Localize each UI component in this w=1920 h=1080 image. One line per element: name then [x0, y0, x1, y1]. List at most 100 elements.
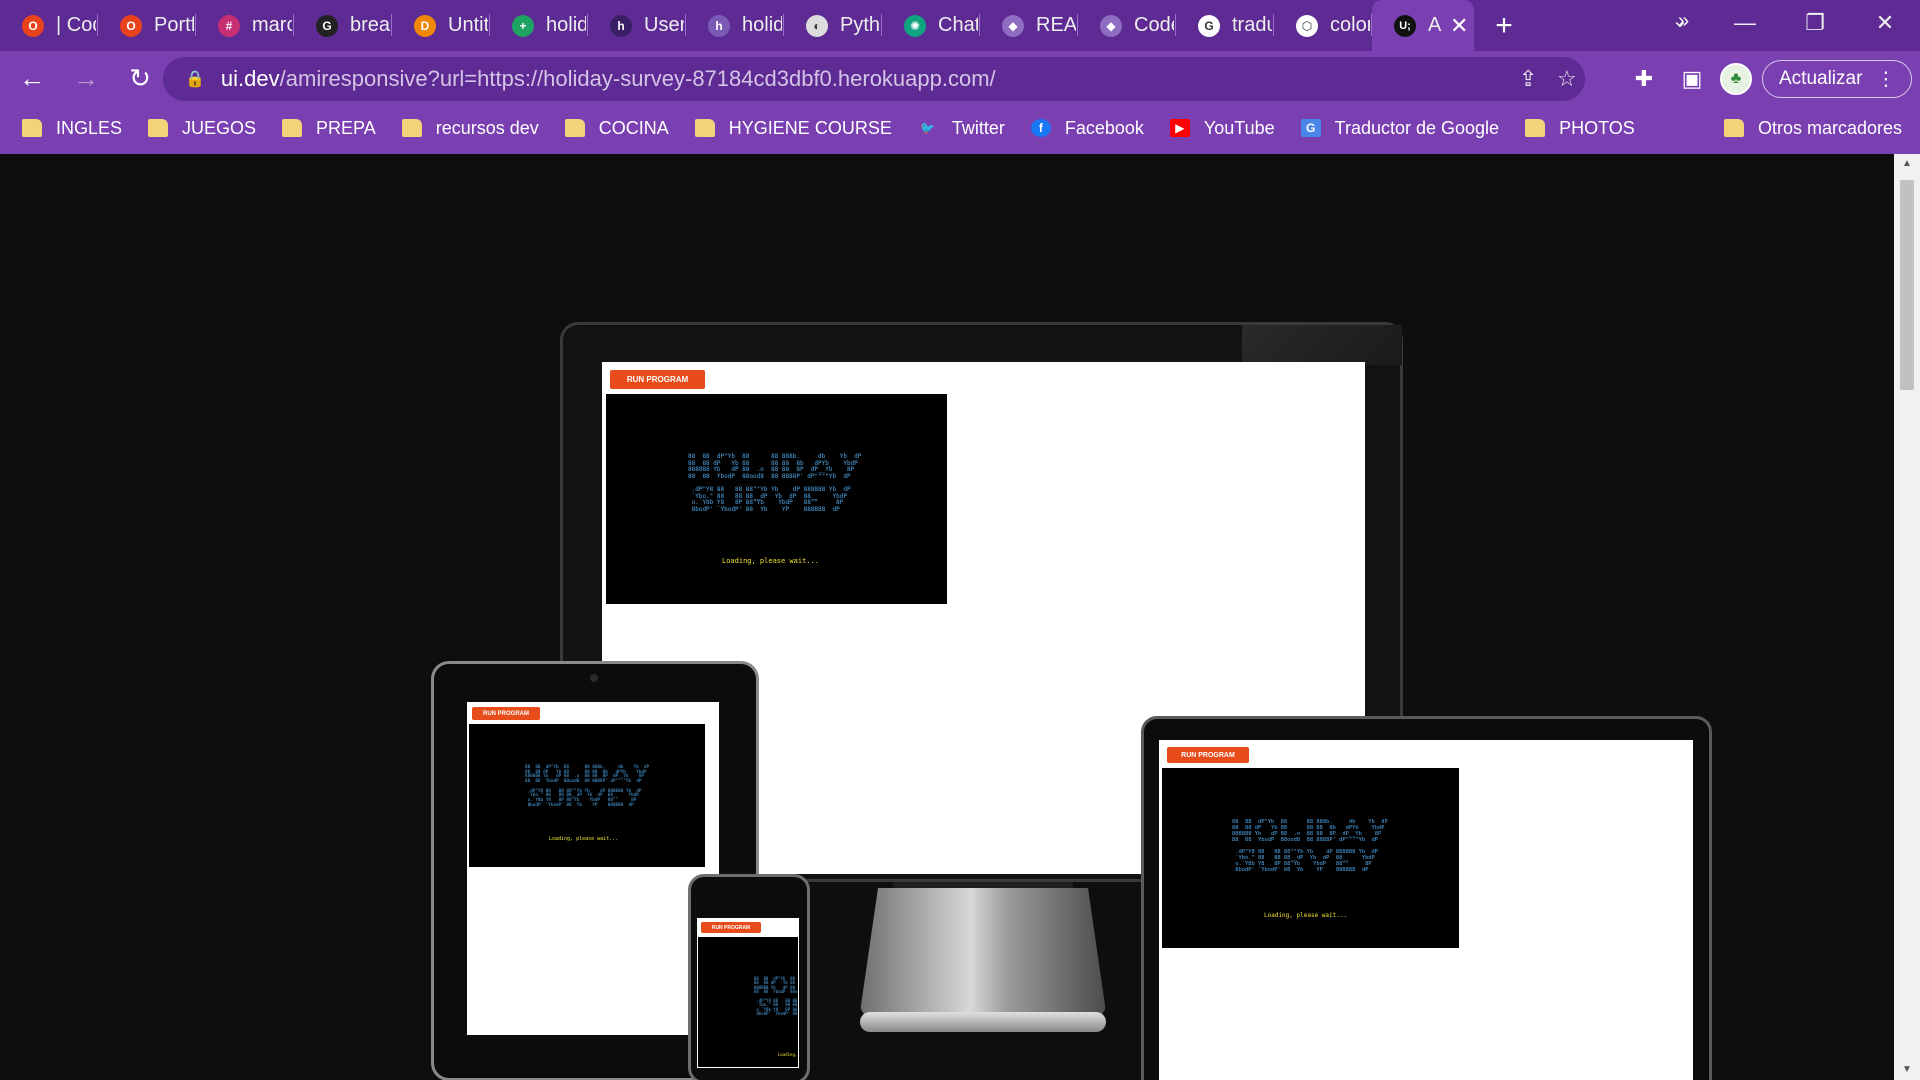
tab[interactable]: O Portfo [98, 0, 196, 51]
heroku-icon: h [708, 14, 730, 37]
tab[interactable]: Gbreak [294, 0, 392, 51]
bookmark-item[interactable]: COCINA [564, 118, 669, 139]
tab-strip: O| CodOPortfo#marcGbreakDUntit+holidhUse… [0, 0, 1920, 51]
terminal: 88 88 dP"Yb 88 88 888b. db Yb dP 88 88 d… [469, 724, 705, 867]
bookmark-item[interactable]: f Facebook [1030, 118, 1144, 139]
bookmark-item[interactable]: INGLES [22, 118, 122, 139]
bookmark-label: INGLES [56, 117, 123, 138]
bookmark-label: JUEGOS [182, 117, 257, 138]
avatar[interactable]: ♣ [1720, 63, 1752, 95]
scrollbar[interactable]: ▲ ▼ [1894, 154, 1920, 1080]
tab[interactable]: ◆ Code [1078, 0, 1176, 51]
bookmark-item[interactable]: 🐦 Twitter [918, 118, 1005, 139]
diagram-icon: D [414, 14, 436, 37]
ascii-art: 88 88 dP"Yb 88 88 888b. db Yb dP 88 88 d… [688, 453, 862, 513]
folder-icon [1525, 119, 1546, 137]
update-button[interactable]: Actualizar ⋮ [1762, 60, 1913, 98]
run-program-button[interactable]: RUN PROGRAM [1167, 747, 1249, 763]
folder-icon [694, 119, 715, 137]
youtube-icon: ▶ [1169, 119, 1190, 137]
tab-title: Pytho [840, 14, 880, 36]
tab[interactable]: ⬡ color [1274, 0, 1372, 51]
tab[interactable]: ◐ Pytho [784, 0, 882, 51]
monitor-stand [858, 888, 1108, 1026]
reload-button[interactable]: ↻ [118, 57, 162, 101]
run-program-button[interactable]: RUN PROGRAM [610, 370, 705, 389]
tab-title: tradu [1232, 14, 1272, 36]
bookmark-item[interactable]: PHOTOS [1525, 118, 1635, 139]
tab[interactable]: Gtradu [1176, 0, 1274, 51]
back-button[interactable]: ← [10, 57, 54, 101]
ascii-art: 88 88 dP"Yb 88 88 888b. db Yb dP 88 88 d… [525, 765, 650, 808]
tablet-screen: RUN PROGRAM 88 88 dP"Yb 88 88 888b. db Y… [467, 702, 719, 1035]
scrollbar-thumb[interactable] [1900, 180, 1914, 390]
address-bar[interactable]: 🔒 ui.dev/amiresponsive?url=https://holid… [163, 57, 1585, 101]
bookmark-item[interactable]: G Traductor de Google [1300, 117, 1500, 139]
uidev-icon: U; [1394, 14, 1416, 37]
terminal: 88 88 dP"Yb 88 88 888b. db Yb dP 88 88 d… [698, 937, 798, 1067]
page-content: RUN PROGRAM 88 88 dP"Yb 88 88 888b. db Y… [0, 154, 1894, 1080]
tab[interactable]: h holid [686, 0, 784, 51]
scroll-down-icon[interactable]: ▼ [1894, 1060, 1920, 1080]
slack-icon: # [218, 14, 240, 37]
toolbar: ← → ↻ 🔒 ui.dev/amiresponsive?url=https:/… [0, 51, 1920, 106]
new-tab-button[interactable]: + [1474, 0, 1534, 51]
opera-icon: O [22, 14, 44, 37]
tab-title: color [1330, 14, 1370, 36]
terminal: 88 88 dP"Yb 88 88 888b. db Yb dP 88 88 d… [1162, 768, 1459, 948]
extensions-icon[interactable]: ✚ [1622, 57, 1666, 101]
side-panel-icon[interactable]: ▣ [1670, 57, 1714, 101]
translate-icon: G [1300, 119, 1321, 137]
bookmark-item[interactable]: JUEGOS [148, 118, 256, 139]
tab-title: Portfo [154, 14, 194, 36]
other-bookmarks-label: Otros marcadores [1758, 117, 1903, 138]
menu-kebab-icon[interactable]: ⋮ [1876, 68, 1895, 91]
tab-title: Chat [938, 14, 978, 36]
tab[interactable]: # marc [196, 0, 294, 51]
loading-text: Loading, please wait... [722, 557, 819, 565]
update-label: Actualizar [1779, 68, 1863, 89]
tab-title: holid [742, 14, 782, 36]
bookmark-item[interactable]: recursos dev [401, 118, 539, 139]
url-path: /amiresponsive?url=https://holiday-surve… [279, 66, 996, 91]
close-window-icon[interactable]: ✕ [1850, 0, 1920, 45]
tab[interactable]: + holid [490, 0, 588, 51]
folder-icon [148, 119, 169, 137]
twitter-icon: 🐦 [920, 121, 936, 135]
bookmark-star-icon[interactable]: ☆ [1557, 66, 1577, 92]
bookmark-item[interactable]: ▶ YouTube [1169, 118, 1275, 139]
folder-icon [401, 119, 422, 137]
bookmark-label: Traductor de Google [1334, 117, 1500, 138]
run-program-button[interactable]: RUN PROGRAM [472, 707, 540, 720]
share-icon[interactable]: ⇪ [1519, 66, 1537, 92]
close-tab-icon[interactable]: ✕ [1450, 13, 1468, 39]
other-bookmarks-folder[interactable]: Otros marcadores [1724, 106, 1902, 150]
tablet-camera-icon [590, 674, 598, 682]
bookmark-item[interactable]: HYGIENE COURSE [694, 118, 892, 139]
tab[interactable]: O | Cod [0, 0, 98, 51]
bookmark-label: PHOTOS [1559, 117, 1635, 138]
tab[interactable]: ✺ Chat [882, 0, 980, 51]
run-program-button[interactable]: RUN PROGRAM [701, 922, 761, 933]
lock-icon[interactable]: 🔒 [185, 69, 205, 89]
folder-icon [22, 119, 42, 137]
laptop-screen: RUN PROGRAM 88 88 dP"Yb 88 88 888b. db Y… [1159, 740, 1693, 1080]
tab-title: User [644, 14, 684, 36]
tab[interactable]: D Untit [392, 0, 490, 51]
scroll-up-icon[interactable]: ▲ [1894, 154, 1920, 174]
tab-title: holid [546, 14, 586, 36]
tab-title: break [350, 14, 390, 36]
sheets-icon: + [512, 14, 534, 37]
bookmark-item[interactable]: PREPA [282, 118, 376, 139]
tab[interactable]: ◆ READ [980, 0, 1078, 51]
bookmarks-overflow-icon[interactable]: » [1678, 10, 1689, 33]
facebook-icon: f [1030, 119, 1051, 137]
cube-icon: ⬡ [1296, 14, 1318, 37]
tab[interactable]: h User [588, 0, 686, 51]
minimize-icon[interactable]: — [1710, 0, 1780, 45]
ascii-art: 88 88 dP"Yb 88 88 888b. db Yb dP 88 88 d… [754, 976, 798, 1017]
restore-icon[interactable]: ❐ [1780, 0, 1850, 45]
forward-button[interactable]: → [64, 57, 108, 101]
cube-icon: ◆ [1002, 14, 1024, 37]
tab-active[interactable]: U; A ✕ [1372, 0, 1474, 51]
